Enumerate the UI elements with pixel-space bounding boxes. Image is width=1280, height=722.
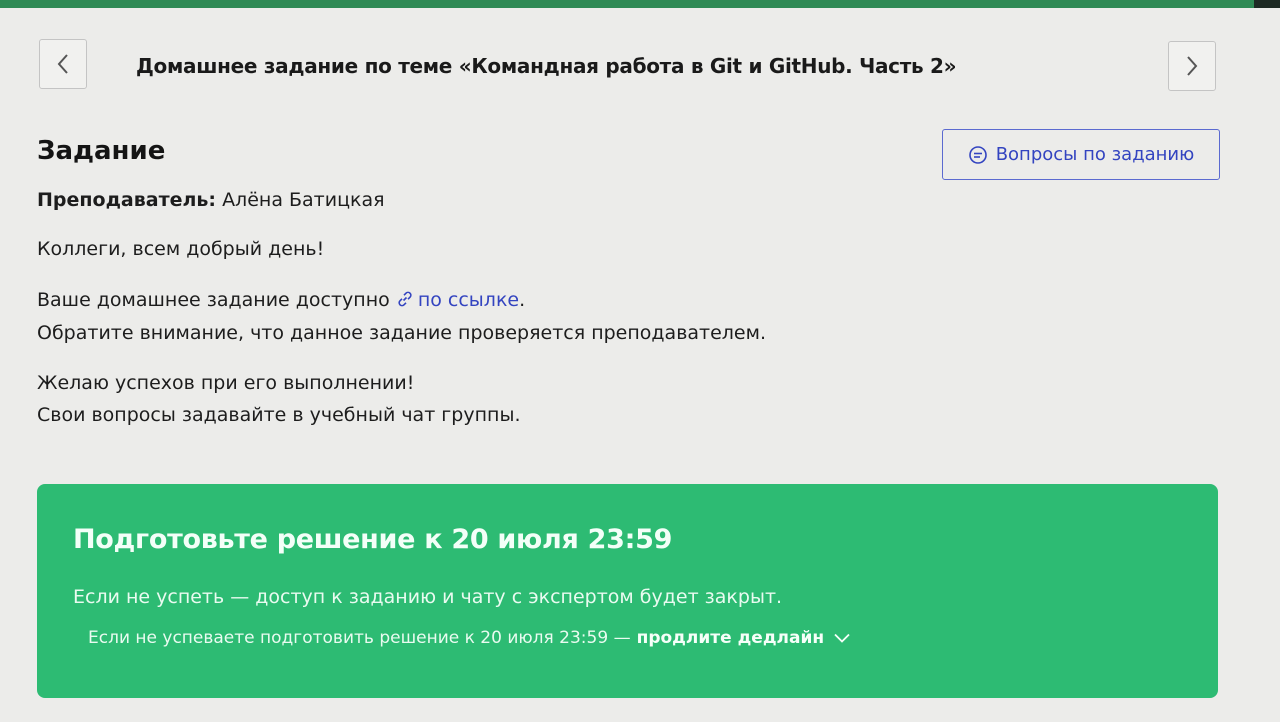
teacher-line: Преподаватель: Алёна Батицкая [37,189,385,211]
lesson-title: Домашнее задание по теме «Командная рабо… [136,54,957,78]
questions-note: Свои вопросы задавайте в учебный чат гру… [37,404,521,426]
extend-deadline-link[interactable]: продлите дедлайн [637,628,851,648]
deadline-card: Подготовьте решение к 20 июля 23:59 Если… [37,484,1218,698]
homework-text-end: . [519,289,526,311]
homework-link-line: Ваше домашнее задание доступно по ссылке… [37,289,525,311]
chevron-left-icon [57,54,68,74]
homework-link[interactable]: по ссылке [396,289,519,311]
greeting-text: Коллеги, всем добрый день! [37,238,325,260]
top-accent-bar [0,0,1280,8]
teacher-name: Алёна Батицкая [222,189,385,211]
top-bar-edge [1254,0,1280,8]
teacher-label: Преподаватель: [37,189,217,211]
chevron-down-icon [834,633,850,643]
extend-deadline-line: Если не успеваете подготовить решение к … [88,628,850,648]
extend-deadline-text: Если не успеваете подготовить решение к … [88,628,631,648]
link-icon [398,291,412,307]
task-heading: Задание [37,136,166,166]
homework-link-label: по ссылке [417,289,520,311]
homework-text: Ваше домашнее задание доступно [37,289,390,311]
deadline-title: Подготовьте решение к 20 июля 23:59 [73,524,673,555]
chevron-right-icon [1187,56,1198,76]
wish-text: Желаю успехов при его выполнении! [37,372,415,394]
chat-bubble-icon [968,145,987,164]
homework-note: Обратите внимание, что данное задание пр… [37,322,766,344]
task-questions-label: Вопросы по заданию [995,144,1195,165]
next-lesson-button[interactable] [1168,41,1216,91]
homework-page: Домашнее задание по теме «Командная рабо… [0,8,1280,722]
previous-lesson-button[interactable] [39,39,87,89]
deadline-subtitle: Если не успеть — доступ к заданию и чату… [73,586,783,608]
task-questions-button[interactable]: Вопросы по заданию [942,129,1220,180]
extend-deadline-label: продлите дедлайн [636,628,825,648]
